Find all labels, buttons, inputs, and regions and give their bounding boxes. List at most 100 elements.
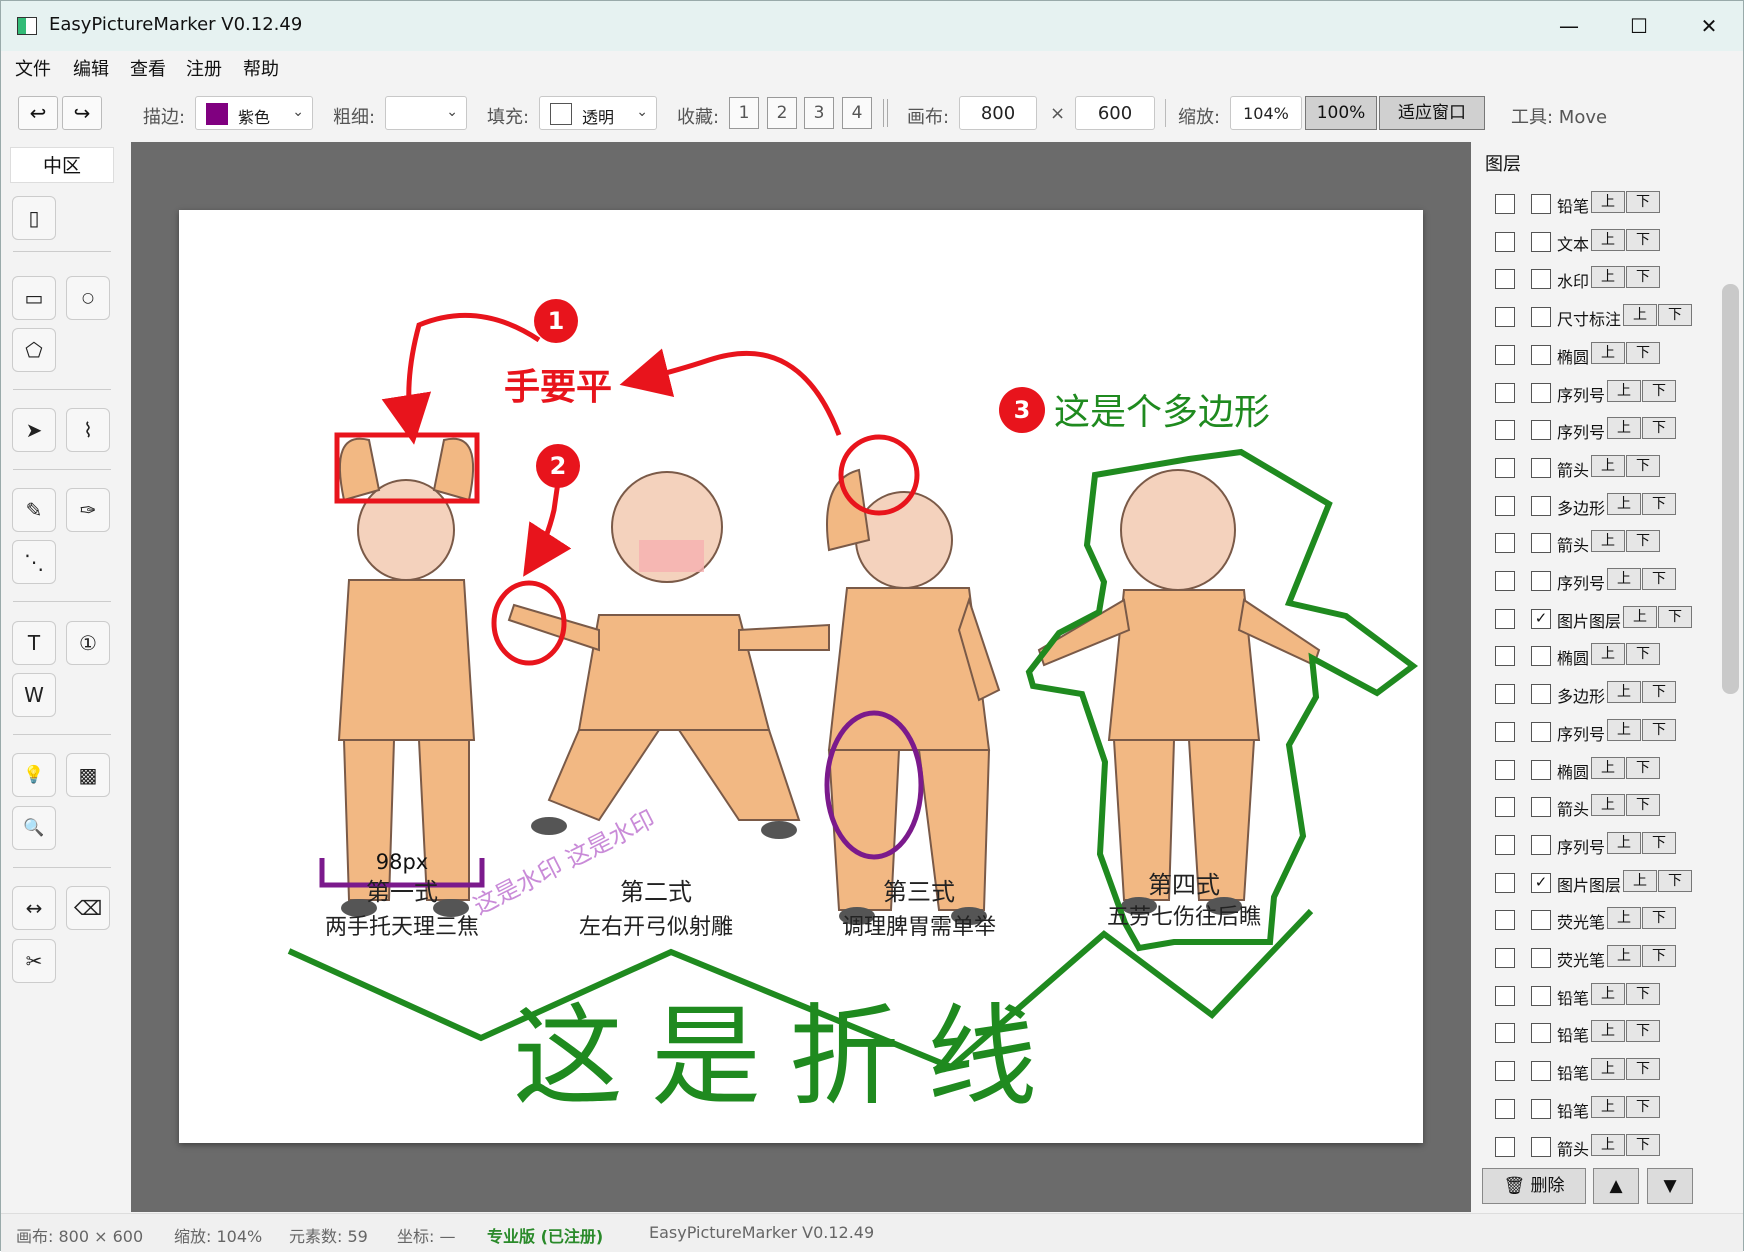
pencil-tool-button[interactable]: ✎ [12, 488, 56, 532]
layer-select-checkbox[interactable] [1531, 269, 1551, 289]
menu-help[interactable]: 帮助 [243, 55, 279, 81]
layer-down-button[interactable]: 下 [1626, 794, 1660, 816]
layer-select-checkbox[interactable] [1531, 910, 1551, 930]
layer-visibility-checkbox[interactable] [1495, 948, 1515, 968]
layer-visibility-checkbox[interactable] [1495, 722, 1515, 742]
layer-down-button[interactable]: 下 [1642, 719, 1676, 741]
layer-visibility-checkbox[interactable] [1495, 646, 1515, 666]
layer-select-checkbox[interactable] [1531, 194, 1551, 214]
layer-select-checkbox[interactable] [1531, 496, 1551, 516]
minimize-button[interactable]: — [1549, 11, 1589, 41]
layer-visibility-checkbox[interactable] [1495, 986, 1515, 1006]
layer-select-checkbox[interactable] [1531, 684, 1551, 704]
layer-select-checkbox[interactable] [1531, 646, 1551, 666]
layer-down-button[interactable]: 下 [1658, 606, 1692, 628]
sequence-tool-button[interactable]: ① [66, 621, 110, 665]
tab-zone[interactable]: 中区 [10, 147, 114, 183]
layer-visibility-checkbox[interactable] [1495, 232, 1515, 252]
magnifier-tool-button[interactable]: 🔍 [12, 806, 56, 850]
layer-down-button[interactable]: 下 [1658, 304, 1692, 326]
layer-visibility-checkbox[interactable] [1495, 383, 1515, 403]
layer-select-checkbox[interactable] [1531, 948, 1551, 968]
layer-up-button[interactable]: 上 [1591, 191, 1625, 213]
layer-row[interactable]: 水印上下 [1495, 264, 1715, 294]
layer-up-button[interactable]: 上 [1591, 229, 1625, 251]
favorite-slot-3[interactable]: 3 [804, 97, 834, 129]
layer-down-button[interactable]: 下 [1642, 493, 1676, 515]
layer-up-button[interactable]: 上 [1607, 907, 1641, 929]
ellipse-tool-button[interactable]: ○ [66, 276, 110, 320]
layer-select-checkbox[interactable] [1531, 383, 1551, 403]
layer-up-button[interactable]: 上 [1591, 1020, 1625, 1042]
redo-button[interactable]: ↪ [62, 96, 102, 130]
layer-select-checkbox[interactable] [1531, 1061, 1551, 1081]
undo-button[interactable]: ↩ [18, 96, 58, 130]
layer-visibility-checkbox[interactable] [1495, 760, 1515, 780]
layer-up-button[interactable]: 上 [1607, 568, 1641, 590]
layer-up-button[interactable]: 上 [1607, 493, 1641, 515]
polygon-tool-button[interactable]: ⬠ [12, 328, 56, 372]
maximize-button[interactable]: ☐ [1619, 11, 1659, 41]
layer-down-button[interactable]: 下 [1658, 870, 1692, 892]
layer-select-checkbox[interactable] [1531, 571, 1551, 591]
layer-up-button[interactable]: 上 [1591, 342, 1625, 364]
layer-row[interactable]: 多边形上下 [1495, 491, 1715, 521]
layer-row[interactable]: 文本上下 [1495, 227, 1715, 257]
layer-row[interactable]: ✓ 图片图层上下 [1495, 868, 1715, 898]
layer-down-button[interactable]: 下 [1642, 945, 1676, 967]
layer-select-checkbox[interactable] [1531, 533, 1551, 553]
layer-visibility-checkbox[interactable] [1495, 1137, 1515, 1157]
layer-down-button[interactable]: 下 [1626, 1134, 1660, 1156]
layer-row[interactable]: 序列号上下 [1495, 830, 1715, 860]
layer-visibility-checkbox[interactable] [1495, 910, 1515, 930]
laser-pointer-tool-button[interactable]: ⋱ [12, 540, 56, 584]
layer-select-checkbox[interactable] [1531, 307, 1551, 327]
layer-select-checkbox[interactable] [1531, 458, 1551, 478]
layer-down-button[interactable]: 下 [1626, 643, 1660, 665]
layer-visibility-checkbox[interactable] [1495, 797, 1515, 817]
layer-up-button[interactable]: 上 [1623, 870, 1657, 892]
layer-row[interactable]: 铅笔上下 [1495, 1056, 1715, 1086]
layer-row[interactable]: 箭头上下 [1495, 528, 1715, 558]
layer-up-button[interactable]: 上 [1623, 606, 1657, 628]
layer-up-button[interactable]: 上 [1607, 945, 1641, 967]
layer-down-button[interactable]: 下 [1626, 266, 1660, 288]
layer-row[interactable]: 铅笔上下 [1495, 1018, 1715, 1048]
layer-row[interactable]: 铅笔上下 [1495, 981, 1715, 1011]
text-tool-button[interactable]: T [12, 621, 56, 665]
dimension-tool-button[interactable]: ↔ [12, 886, 56, 930]
layer-down-button[interactable]: 下 [1626, 983, 1660, 1005]
layer-visibility-checkbox[interactable] [1495, 307, 1515, 327]
layer-up-button[interactable]: 上 [1607, 417, 1641, 439]
favorite-slot-1[interactable]: 1 [729, 97, 759, 129]
layer-up-button[interactable]: 上 [1607, 380, 1641, 402]
layer-row[interactable]: 箭头上下 [1495, 792, 1715, 822]
zoom-input[interactable]: 104% [1230, 96, 1302, 130]
layer-down-button[interactable]: 下 [1642, 568, 1676, 590]
fit-window-button[interactable]: 适应窗口 [1379, 96, 1485, 130]
layer-select-checkbox[interactable] [1531, 1137, 1551, 1157]
layer-visibility-checkbox[interactable] [1495, 835, 1515, 855]
stroke-color-select[interactable]: 紫色 ⌄ [195, 96, 313, 130]
layer-row[interactable]: 序列号上下 [1495, 717, 1715, 747]
watermark-tool-button[interactable]: W [12, 673, 56, 717]
layer-down-button[interactable]: 下 [1626, 229, 1660, 251]
layer-row[interactable]: 箭头上下 [1495, 453, 1715, 483]
move-tool-button[interactable]: ▯ [12, 196, 56, 240]
layer-row[interactable]: 椭圆上下 [1495, 641, 1715, 671]
layer-row[interactable]: 椭圆上下 [1495, 340, 1715, 370]
mosaic-tool-button[interactable]: ▩ [66, 753, 110, 797]
title-bar[interactable]: EasyPictureMarker V0.12.49 — ☐ ✕ [1, 1, 1743, 51]
crop-tool-button[interactable]: ✂ [12, 939, 56, 983]
layer-visibility-checkbox[interactable] [1495, 1061, 1515, 1081]
arrow-tool-button[interactable]: ➤ [12, 408, 56, 452]
layer-move-up-button[interactable]: ▲ [1593, 1168, 1639, 1204]
drawing-canvas[interactable]: 1 2 3 手要平 这是个多边形 98px 这是水印 这是水印 第一式 两手托天… [179, 210, 1423, 1143]
layer-row[interactable]: 尺寸标注上下 [1495, 302, 1715, 332]
layer-up-button[interactable]: 上 [1591, 1096, 1625, 1118]
layer-down-button[interactable]: 下 [1642, 832, 1676, 854]
layer-row[interactable]: ✓ 图片图层上下 [1495, 604, 1715, 634]
layer-row[interactable]: 荧光笔上下 [1495, 905, 1715, 935]
favorite-slot-4[interactable]: 4 [842, 97, 872, 129]
layer-row[interactable]: 椭圆上下 [1495, 755, 1715, 785]
